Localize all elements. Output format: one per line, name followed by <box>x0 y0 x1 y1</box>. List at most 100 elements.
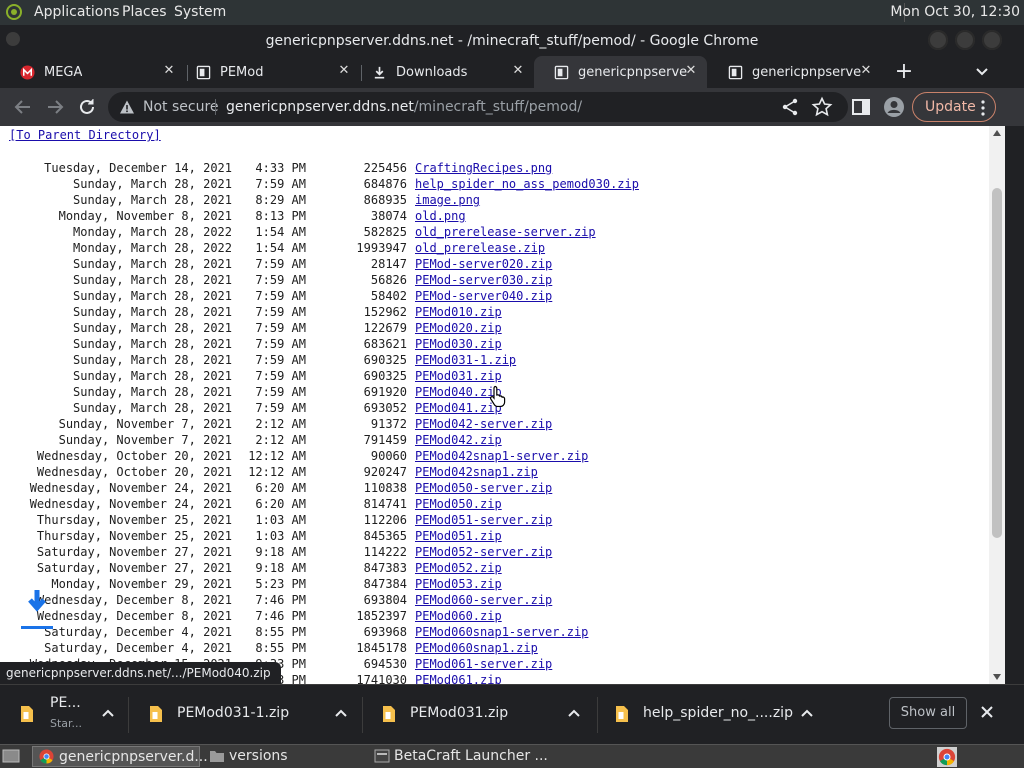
file-link[interactable]: PEMod051.zip <box>415 529 502 543</box>
file-size: 693968 <box>363 625 407 639</box>
file-link[interactable]: PEMod042-server.zip <box>415 417 552 431</box>
file-row: Sunday, March 28, 2021 7:59 AM 28147 PEMod-… <box>0 257 1005 273</box>
download-item[interactable]: PE... Star... <box>12 693 122 737</box>
distro-logo-icon[interactable] <box>6 4 22 20</box>
scroll-up-icon[interactable] <box>993 130 1001 136</box>
file-link[interactable]: PEMod061.zip <box>415 673 502 684</box>
chevron-up-icon[interactable] <box>801 709 813 717</box>
file-link[interactable]: image.png <box>415 193 480 207</box>
file-size: 122679 <box>363 321 407 335</box>
maximize-button[interactable] <box>955 30 975 50</box>
close-icon[interactable] <box>978 703 996 721</box>
minimize-button[interactable] <box>928 30 948 50</box>
taskbar-item-chrome[interactable]: genericpnpserver.d... <box>32 746 208 767</box>
file-link[interactable]: PEMod060snap1-server.zip <box>415 625 588 639</box>
places-menu[interactable]: Places <box>122 4 167 20</box>
file-link[interactable]: PEMod060.zip <box>415 609 502 623</box>
clock[interactable]: Mon Oct 30, 12:30 <box>890 4 1020 20</box>
file-link[interactable]: PEMod031-1.zip <box>415 353 516 367</box>
share-icon[interactable] <box>779 96 801 118</box>
file-time: 7:59 AM <box>255 177 306 191</box>
close-tab-icon[interactable]: ✕ <box>335 62 353 80</box>
file-link[interactable]: PEMod060snap1.zip <box>415 641 538 655</box>
file-link[interactable]: PEMod042snap1-server.zip <box>415 449 588 463</box>
close-window-button[interactable] <box>982 30 1002 50</box>
file-link[interactable]: PEMod031.zip <box>415 369 502 383</box>
download-status: Star... <box>50 717 83 730</box>
taskbar-item-versions[interactable]: versions <box>203 746 363 767</box>
file-link[interactable]: PEMod061-server.zip <box>415 657 552 671</box>
new-tab-button[interactable]: + <box>893 61 915 84</box>
tab-genericpnpserver-active[interactable]: genericpnpserver.d ✕ <box>534 56 707 88</box>
vertical-scrollbar[interactable] <box>989 126 1005 684</box>
tab-genericpnpserver[interactable]: genericpnpserver.d ✕ <box>708 56 883 88</box>
url-text[interactable]: genericpnpserver.ddns.net/minecraft_stuf… <box>226 99 582 115</box>
file-link[interactable]: PEMod053.zip <box>415 577 502 591</box>
close-tab-icon[interactable]: ✕ <box>682 62 700 80</box>
file-link[interactable]: PEMod052.zip <box>415 561 502 575</box>
update-button[interactable]: Update <box>912 92 996 122</box>
download-divider <box>362 697 363 733</box>
taskbar-item-betacraft[interactable]: BetaCraft Launcher ... <box>368 746 568 767</box>
file-link[interactable]: CraftingRecipes.png <box>415 161 552 175</box>
security-status[interactable]: Not secure <box>143 99 219 115</box>
file-link[interactable]: old.png <box>415 209 466 223</box>
chevron-up-icon[interactable] <box>102 709 114 717</box>
file-link[interactable]: PEMod-server020.zip <box>415 257 552 271</box>
parent-directory-link[interactable]: [To Parent Directory] <box>9 128 161 142</box>
file-link[interactable]: help_spider_no_ass_pemod030.zip <box>415 177 639 191</box>
file-link[interactable]: PEMod042snap1.zip <box>415 465 538 479</box>
file-link[interactable]: PEMod020.zip <box>415 321 502 335</box>
file-link[interactable]: PEMod-server030.zip <box>415 273 552 287</box>
chevron-up-icon[interactable] <box>568 709 580 717</box>
scroll-down-icon[interactable] <box>993 674 1001 680</box>
file-row: Saturday, December 4, 2021 8:55 PM 1845178… <box>0 641 1005 657</box>
file-link[interactable]: old_prerelease-server.zip <box>415 225 596 239</box>
show-all-button[interactable]: Show all <box>889 697 967 729</box>
file-time: 1:54 AM <box>255 241 306 255</box>
file-date: Sunday, March 28, 2021 <box>73 273 232 287</box>
chrome-tray-icon[interactable] <box>937 747 957 767</box>
file-link[interactable]: PEMod050.zip <box>415 497 502 511</box>
bookmark-star-icon[interactable] <box>811 96 833 118</box>
download-item[interactable]: PEMod031.zip <box>378 693 593 737</box>
file-link[interactable]: PEMod010.zip <box>415 305 502 319</box>
side-panel-icon[interactable] <box>850 96 872 118</box>
chevron-up-icon[interactable] <box>335 709 347 717</box>
profile-avatar-icon[interactable] <box>883 96 905 118</box>
file-size: 693804 <box>363 593 407 607</box>
warning-icon[interactable] <box>119 99 135 115</box>
file-row: Sunday, March 28, 2021 7:59 AM 56826 PEMod-… <box>0 273 1005 289</box>
file-row: Wednesday, October 20, 2021 12:12 AM 92024… <box>0 465 1005 481</box>
download-filename: help_spider_no_....zip <box>643 705 793 721</box>
scrollbar-thumb[interactable] <box>992 188 1002 538</box>
file-link[interactable]: PEMod051-server.zip <box>415 513 552 527</box>
download-item[interactable]: help_spider_no_....zip <box>611 693 826 737</box>
file-link[interactable]: PEMod030.zip <box>415 337 502 351</box>
file-date: Sunday, March 28, 2021 <box>73 257 232 271</box>
applications-menu[interactable]: Applications <box>34 4 120 20</box>
reload-icon[interactable] <box>76 96 98 118</box>
show-desktop-icon[interactable] <box>2 748 20 764</box>
file-time: 7:59 AM <box>255 353 306 367</box>
tab-downloads[interactable]: Downloads ✕ <box>352 56 535 88</box>
close-tab-icon[interactable]: ✕ <box>857 62 875 80</box>
address-bar[interactable]: Not secure genericpnpserver.ddns.net/min… <box>108 92 848 122</box>
download-item[interactable]: PEMod031-1.zip <box>145 693 360 737</box>
file-link[interactable]: PEMod060-server.zip <box>415 593 552 607</box>
file-time: 7:59 AM <box>255 401 306 415</box>
window-titlebar[interactable]: genericpnpserver.ddns.net - /minecraft_s… <box>0 25 1024 56</box>
forward-icon[interactable] <box>44 96 66 118</box>
tab-pemod[interactable]: PEMod ✕ <box>176 56 359 88</box>
system-menu[interactable]: System <box>174 4 226 20</box>
close-tab-icon[interactable]: ✕ <box>509 62 527 80</box>
tab-mega[interactable]: MEGA ✕ <box>0 56 187 88</box>
file-link[interactable]: old_prerelease.zip <box>415 241 545 255</box>
file-link[interactable]: PEMod050-server.zip <box>415 481 552 495</box>
file-link[interactable]: PEMod-server040.zip <box>415 289 552 303</box>
file-link[interactable]: PEMod042.zip <box>415 433 502 447</box>
file-link[interactable]: PEMod052-server.zip <box>415 545 552 559</box>
file-date: Sunday, November 7, 2021 <box>58 417 232 431</box>
chevron-down-icon[interactable] <box>972 64 992 80</box>
back-icon[interactable] <box>12 96 34 118</box>
